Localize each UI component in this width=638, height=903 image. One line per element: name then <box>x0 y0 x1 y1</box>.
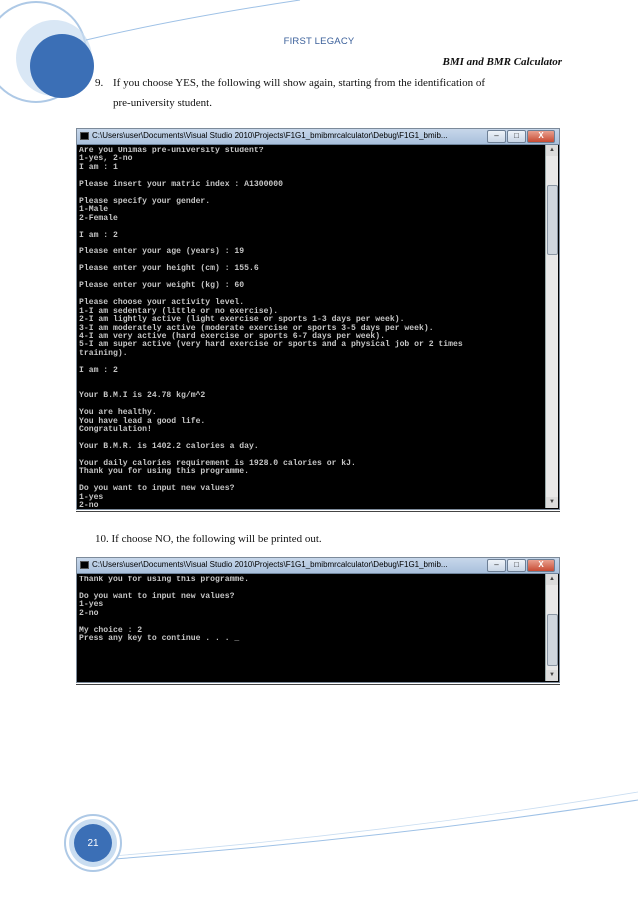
console-2-output: Thank you for using this programme. Do y… <box>79 576 543 680</box>
console-1-titlebar[interactable]: C:\Users\user\Documents\Visual Studio 20… <box>77 129 559 145</box>
console-line: 1-yes <box>79 492 104 502</box>
console-line: Congratulation! <box>79 424 152 434</box>
console-line: 2-no <box>79 501 99 507</box>
console-line: 2-no <box>79 608 99 618</box>
console-2-title: C:\Users\user\Documents\Visual Studio 20… <box>92 560 448 569</box>
console-line: Are you Unimas pre-university student? <box>79 147 264 155</box>
top-swoosh-line <box>85 0 301 41</box>
step-9-text: If you choose YES, the following will sh… <box>113 77 485 89</box>
console-line: Please specify your gender. <box>79 196 211 206</box>
console-1-scrollbar[interactable]: ▲ ▼ <box>545 145 558 508</box>
console-icon <box>80 561 89 569</box>
window-controls: – □ X <box>487 559 555 572</box>
step-9-continuation: pre-university student. <box>113 97 212 109</box>
console-line: Your B.M.I is 24.78 kg/m^2 <box>79 391 206 401</box>
scroll-up-icon[interactable]: ▲ <box>546 574 558 585</box>
console-1-title: C:\Users\user\Documents\Visual Studio 20… <box>92 131 448 140</box>
close-button[interactable]: X <box>527 559 555 572</box>
console-line: Thank you for using this programme. <box>79 467 249 477</box>
console-line: Do you want to input new values? <box>79 591 235 601</box>
scroll-thumb[interactable] <box>547 185 558 255</box>
console-line: 1-yes, 2-no <box>79 154 133 164</box>
console-line: I am : 2 <box>79 230 118 240</box>
console-2-titlebar[interactable]: C:\Users\user\Documents\Visual Studio 20… <box>77 558 559 574</box>
step-10-paragraph: 10. If choose NO, the following will be … <box>95 533 322 545</box>
console-line: Please enter your weight (kg) : 60 <box>79 281 245 291</box>
figure-2-rule <box>76 684 560 685</box>
maximize-button[interactable]: □ <box>507 559 526 572</box>
console-line: 5-I am super active (very hard exercise … <box>79 340 463 350</box>
step-9-paragraph: 9. If you choose YES, the following will … <box>95 73 563 113</box>
maximize-button[interactable]: □ <box>507 130 526 143</box>
minimize-button[interactable]: – <box>487 559 506 572</box>
bottom-swoosh-line-2 <box>99 791 638 858</box>
scroll-thumb[interactable] <box>547 614 558 666</box>
console-line: 2-Female <box>79 213 118 223</box>
page-number: 21 <box>87 838 99 849</box>
console-line: 1-yes <box>79 600 104 610</box>
console-line: Your B.M.R. is 1402.2 calories a day. <box>79 441 259 451</box>
console-line: Please enter your height (cm) : 155.6 <box>79 264 259 274</box>
scroll-down-icon[interactable]: ▼ <box>546 670 558 681</box>
console-window-2: C:\Users\user\Documents\Visual Studio 20… <box>76 557 560 683</box>
header-title: FIRST LEGACY <box>283 36 355 47</box>
console-icon <box>80 132 89 140</box>
console-line: Please insert your matric index : A13000… <box>79 179 283 189</box>
console-line: I am : 2 <box>79 365 118 375</box>
figure-1-rule <box>76 511 560 512</box>
console-line: I am : 1 <box>79 162 118 172</box>
console-line: 1-Male <box>79 205 109 215</box>
console-line: Press any key to continue . . . _ <box>79 634 240 644</box>
close-button[interactable]: X <box>527 130 555 143</box>
console-line: Please enter your age (years) : 19 <box>79 247 245 257</box>
header-subtitle: BMI and BMR Calculator <box>442 56 562 68</box>
console-line: training). <box>79 348 128 358</box>
scroll-down-icon[interactable]: ▼ <box>546 497 558 508</box>
console-1-output: Are you Unimas pre-university student? 1-… <box>79 147 543 507</box>
console-line: Do you want to input new values? <box>79 484 235 494</box>
step-9-number: 9. <box>95 77 104 89</box>
scroll-up-icon[interactable]: ▲ <box>546 145 558 156</box>
minimize-button[interactable]: – <box>487 130 506 143</box>
bottom-swoosh-line <box>99 799 638 861</box>
console-line: Thank you for using this programme. <box>79 576 249 584</box>
window-controls: – □ X <box>487 130 555 143</box>
console-window-1: C:\Users\user\Documents\Visual Studio 20… <box>76 128 560 510</box>
console-2-scrollbar[interactable]: ▲ ▼ <box>545 574 558 681</box>
